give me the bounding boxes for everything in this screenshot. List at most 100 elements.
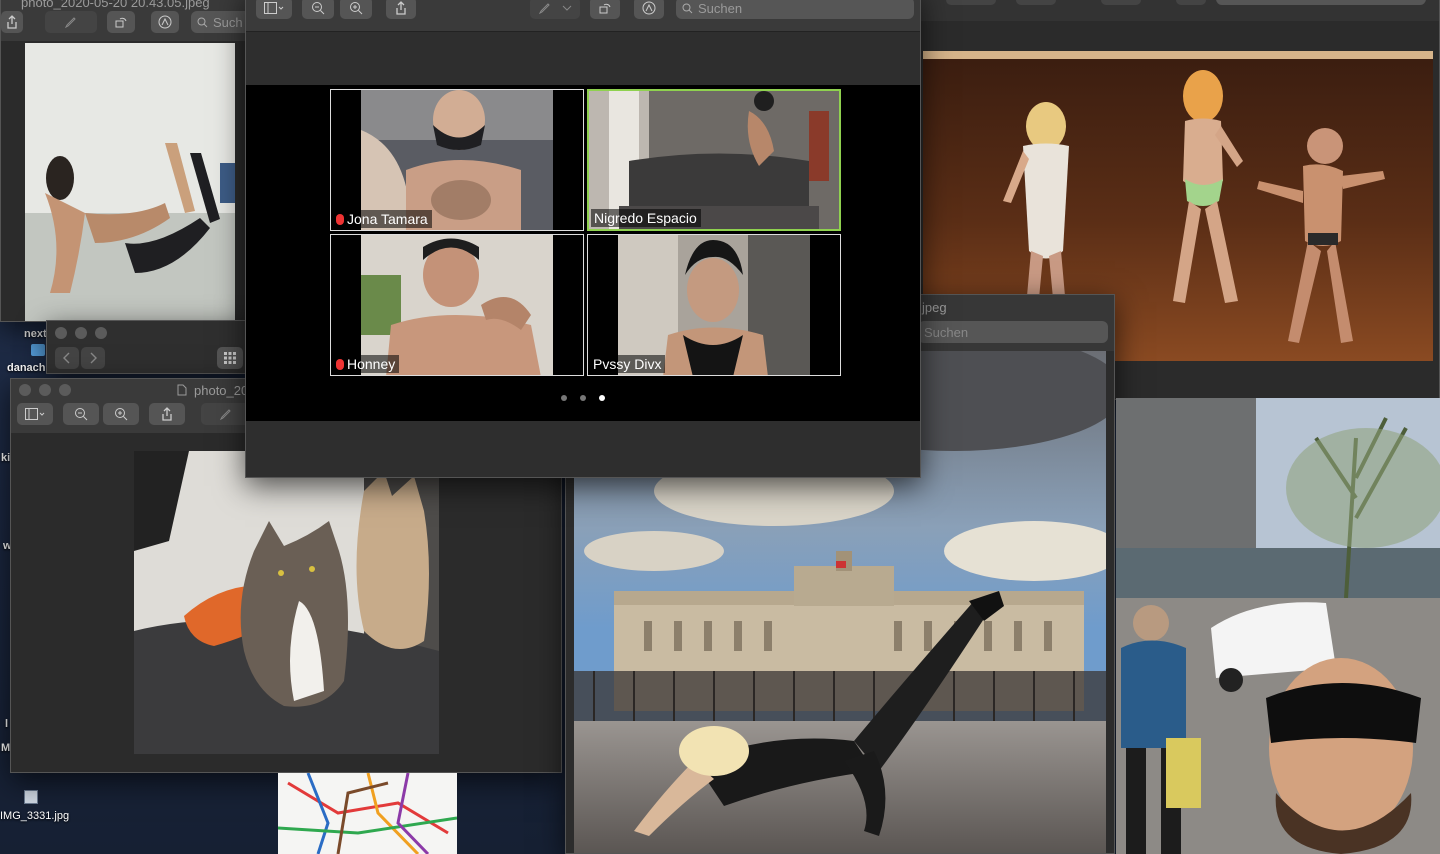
zoom-out-button[interactable] — [302, 0, 334, 19]
video-gallery: Jona Tamara Nigredo Espacio Honney Pvssy… — [246, 85, 920, 421]
grid-icon — [224, 352, 236, 364]
sidebar-button[interactable] — [17, 403, 53, 425]
page-indicator — [561, 395, 605, 401]
toolbar-button-1[interactable] — [946, 0, 996, 5]
annotate-button[interactable] — [151, 11, 179, 33]
close-button[interactable] — [55, 327, 67, 339]
metro-map-art — [278, 773, 457, 854]
window-controls — [19, 384, 71, 396]
photo-selfie-street — [1116, 398, 1440, 854]
video-tile-3[interactable]: Honney — [330, 234, 584, 376]
search-placeholder: Such — [213, 14, 243, 30]
desktop-label-ki[interactable]: ki — [1, 452, 10, 464]
desktop-label-next[interactable]: next — [24, 328, 47, 340]
rotate-button[interactable] — [590, 0, 620, 19]
markup-button[interactable] — [530, 0, 580, 19]
participant-name: Jona Tamara — [347, 211, 428, 227]
share-button[interactable] — [149, 403, 185, 425]
chevron-left-icon — [63, 352, 70, 364]
search-field[interactable]: Suchen — [676, 0, 914, 19]
mini-window — [46, 320, 256, 374]
zoom-button[interactable] — [59, 384, 71, 396]
page-dot-1[interactable] — [561, 395, 567, 401]
window-title: photo_20 — [194, 383, 249, 398]
participant-name: Honney — [347, 356, 396, 372]
zoom-out-icon — [75, 408, 88, 421]
markup-button[interactable] — [201, 403, 251, 425]
search-field[interactable]: Such — [191, 11, 249, 33]
toolbar-button-4[interactable] — [1176, 0, 1206, 5]
titlebar: Suchen — [246, 0, 920, 32]
video-tile-1[interactable]: Jona Tamara — [330, 89, 584, 231]
share-icon — [162, 407, 172, 421]
photo-dancers-floor-art — [25, 43, 235, 321]
participant-label: Honney — [333, 355, 400, 373]
zoom-preview-window: Suchen Jona Tamara Nigredo Espacio Honne… — [245, 0, 921, 478]
share-button[interactable] — [1, 11, 23, 33]
desktop-label-danach[interactable]: danach — [7, 362, 46, 374]
minimize-button[interactable] — [75, 327, 87, 339]
zoom-in-button[interactable] — [340, 0, 372, 19]
desktop-label-l[interactable]: l — [5, 718, 8, 730]
search-field[interactable] — [1216, 0, 1426, 5]
document-icon — [177, 384, 187, 396]
preview-window-top-left: photo_2020-05-20 20.43.05.jpeg Such — [0, 0, 250, 322]
share-icon — [396, 1, 406, 15]
grid-view-button[interactable] — [217, 347, 243, 369]
video-tile-4[interactable]: Pvssy Divx — [587, 234, 841, 376]
annotate-icon — [158, 15, 172, 29]
pen-icon — [64, 17, 76, 29]
zoom-out-button[interactable] — [63, 403, 99, 425]
pen-icon — [219, 409, 231, 421]
close-button[interactable] — [19, 384, 31, 396]
share-button[interactable] — [386, 0, 416, 19]
rotate-icon — [599, 3, 611, 14]
photo-metro-map — [278, 773, 457, 854]
page-dot-2[interactable] — [580, 395, 586, 401]
toolbar-button-2[interactable] — [1016, 0, 1056, 5]
desktop-folder-icon[interactable] — [31, 344, 45, 356]
zoom-in-button[interactable] — [103, 403, 139, 425]
zoom-button[interactable] — [95, 327, 107, 339]
search-icon — [682, 3, 693, 13]
window-controls — [55, 327, 107, 339]
window-title: jpeg — [922, 300, 947, 315]
sidebar-button[interactable] — [256, 0, 292, 19]
zoom-in-icon — [350, 2, 363, 15]
page-dot-3[interactable] — [599, 395, 605, 401]
chevron-right-icon — [90, 352, 97, 364]
file-icon[interactable] — [24, 790, 38, 804]
muted-mic-icon — [336, 358, 344, 370]
video-tile-2[interactable]: Nigredo Espacio — [587, 89, 841, 231]
photo-dancers-floor — [25, 43, 235, 321]
desktop-label-m[interactable]: M — [1, 742, 10, 754]
muted-mic-icon — [336, 213, 344, 225]
rotate-button[interactable] — [107, 11, 135, 33]
participant-label: Nigredo Espacio — [591, 209, 701, 227]
zoom-out-icon — [312, 2, 325, 15]
sidebar-icon — [25, 408, 45, 420]
sidebar-icon — [264, 2, 284, 14]
photo-selfie-street-art — [1116, 398, 1440, 854]
annotate-button[interactable] — [634, 0, 664, 19]
forward-button[interactable] — [81, 347, 105, 369]
titlebar — [916, 0, 1439, 21]
minimize-button[interactable] — [39, 384, 51, 396]
search-icon — [197, 17, 208, 27]
search-placeholder: Suchen — [924, 324, 969, 340]
file-icon-label[interactable]: IMG_3331.jpg — [0, 810, 69, 822]
pen-icon — [538, 3, 550, 15]
participant-name: Nigredo Espacio — [594, 210, 697, 226]
markup-button[interactable] — [45, 11, 97, 33]
back-button[interactable] — [55, 347, 79, 369]
rotate-icon — [115, 17, 127, 28]
window-title: photo_2020-05-20 20.43.05.jpeg — [21, 0, 210, 10]
participant-label: Pvssy Divx — [590, 355, 666, 373]
participant-label: Jona Tamara — [333, 210, 432, 228]
search-placeholder: Suchen — [698, 0, 743, 16]
search-field[interactable]: Suchen — [918, 321, 1108, 343]
share-icon — [7, 15, 17, 29]
photo-cats — [134, 451, 439, 754]
zoom-in-icon — [115, 408, 128, 421]
toolbar-button-3[interactable] — [1101, 0, 1141, 5]
